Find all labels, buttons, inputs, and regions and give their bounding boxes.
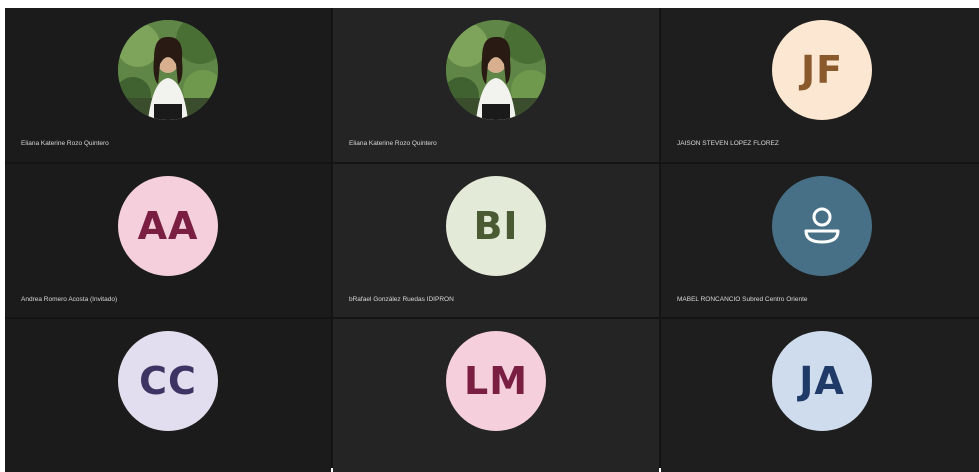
initials-avatar: BI <box>446 176 546 276</box>
initials-avatar: JF <box>772 20 872 120</box>
participant-photo-avatar <box>446 20 546 120</box>
video-call-window: Eliana Katerine Rozo Quintero Eliana Kat… <box>0 0 979 472</box>
participant-tile[interactable]: JA <box>661 319 979 472</box>
initials-avatar: LM <box>446 331 546 431</box>
participant-tile[interactable]: Eliana Katerine Rozo Quintero <box>5 8 331 162</box>
generic-user-avatar <box>772 176 872 276</box>
participant-name: Eliana Katerine Rozo Quintero <box>349 140 437 147</box>
participant-tile[interactable]: BI bRafael González Ruedas IDIPRON <box>333 164 659 317</box>
initials-avatar: AA <box>118 176 218 276</box>
participant-name: JAISON STEVEN LOPEZ FLOREZ <box>677 140 779 147</box>
participant-grid: Eliana Katerine Rozo Quintero Eliana Kat… <box>5 8 979 472</box>
participant-name: bRafael González Ruedas IDIPRON <box>349 296 454 303</box>
person-icon <box>804 207 840 244</box>
participant-tile[interactable]: CC <box>5 319 331 472</box>
participant-name: Andrea Romero Acosta (Invitado) <box>21 296 118 303</box>
participant-tile[interactable]: LM <box>333 319 659 472</box>
participant-tile[interactable]: MABEL RONCANCIO Subred Centro Oriente <box>661 164 979 317</box>
participant-tile[interactable]: AA Andrea Romero Acosta (Invitado) <box>5 164 331 317</box>
initials-avatar: JA <box>772 331 872 431</box>
participant-name: MABEL RONCANCIO Subred Centro Oriente <box>677 296 808 303</box>
initials-avatar: CC <box>118 331 218 431</box>
participant-name: Eliana Katerine Rozo Quintero <box>21 140 109 147</box>
participant-photo-avatar <box>118 20 218 120</box>
participant-tile[interactable]: JF JAISON STEVEN LOPEZ FLOREZ <box>661 8 979 162</box>
participant-tile[interactable]: Eliana Katerine Rozo Quintero <box>333 8 659 162</box>
